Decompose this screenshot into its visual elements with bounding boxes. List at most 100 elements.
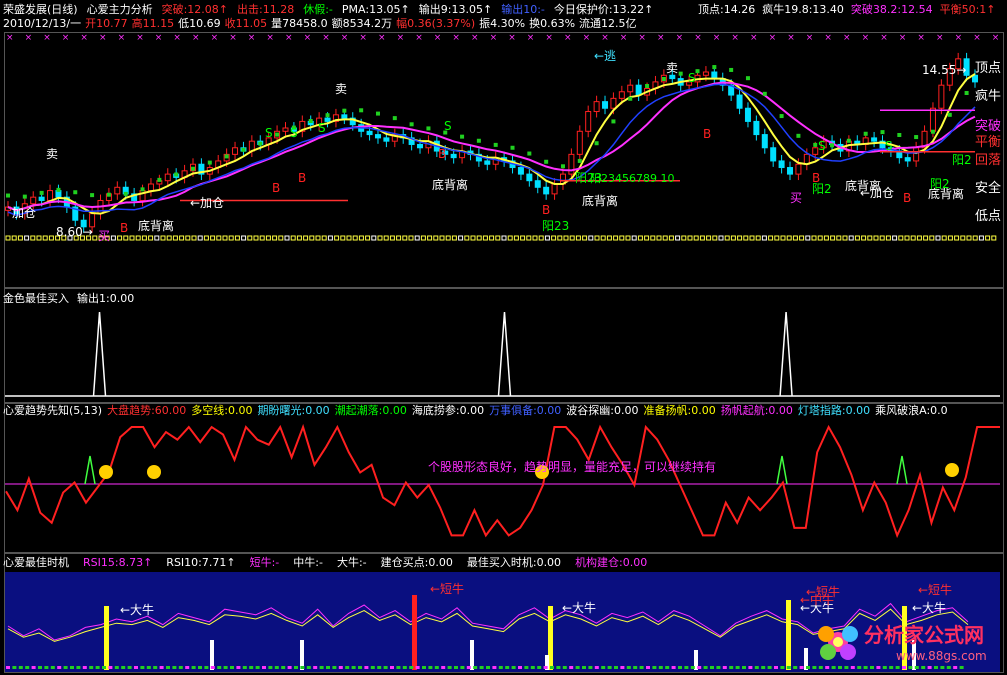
square-marker (222, 235, 228, 241)
main-label-1: 卖 (335, 82, 347, 96)
timing-tick (428, 666, 433, 669)
timing-tick (44, 666, 49, 669)
candle-body (341, 114, 348, 119)
timing-tick (70, 666, 74, 669)
timing-tick (543, 666, 548, 669)
timing-tick (351, 666, 356, 669)
square-marker (451, 235, 457, 241)
square-marker (842, 235, 848, 241)
square-marker (904, 235, 910, 241)
main-label-15: 阳2 (952, 153, 972, 167)
chart-canvas[interactable]: × × × × × × × × × × × × × × × × × × × × × × × × × × × × × × × × × × × × × × × ×… (0, 0, 1007, 675)
timing-tick (108, 666, 113, 669)
b-signal-3: B (438, 147, 446, 161)
timing-tick (447, 666, 452, 669)
timing-tick (31, 666, 36, 669)
x-marker: × (192, 33, 200, 43)
timing-tick (396, 666, 401, 669)
timing-tick (754, 666, 759, 669)
signal-dot (947, 112, 952, 117)
timing-tick (146, 666, 151, 669)
timing-tick (198, 666, 202, 669)
timing-tick (537, 666, 542, 669)
x-marker: × (43, 33, 51, 43)
signal-dot (645, 84, 650, 88)
square-marker (408, 235, 414, 241)
x-marker: × (676, 33, 684, 43)
candle-body (971, 74, 979, 83)
square-marker (724, 235, 730, 241)
square-marker (693, 235, 699, 241)
square-marker (557, 235, 563, 241)
buy-spike-2 (779, 311, 793, 397)
square-marker (495, 235, 501, 241)
candle-body (795, 163, 802, 175)
timing-tick (716, 666, 721, 669)
square-marker (414, 235, 420, 241)
square-marker (247, 235, 253, 241)
square-marker (520, 235, 526, 241)
square-marker (296, 235, 302, 241)
x-marker: × (620, 33, 628, 43)
candle-body (534, 180, 541, 188)
timing-tick (492, 666, 497, 669)
s-signal-3: S (444, 119, 452, 133)
timing-tick (204, 666, 209, 669)
main-label-4: 加仓 (12, 206, 36, 220)
trend-message: 个股股形态良好，趋势明显，量能充足，可以继续持有 (428, 460, 717, 474)
square-marker (712, 235, 718, 241)
candle-body (593, 101, 600, 113)
timing-tick (159, 666, 164, 669)
signal-dot (930, 129, 935, 134)
timing-label-7: ←中牛 (800, 592, 834, 607)
candle-body (871, 137, 878, 142)
right-level-label-1: 疯牛 (975, 88, 1001, 104)
signal-dot (157, 177, 162, 182)
square-marker (358, 235, 364, 241)
square-marker (898, 235, 904, 241)
timing-tick (140, 666, 145, 669)
x-marker: × (99, 33, 107, 43)
square-marker (210, 235, 216, 241)
square-marker (761, 235, 767, 241)
timing-tick (191, 666, 196, 669)
signal-dot (897, 133, 902, 137)
square-marker (873, 235, 879, 241)
square-marker (861, 235, 867, 241)
timing-tick (678, 666, 682, 669)
timing-tick (454, 666, 458, 669)
timing-tick (345, 666, 350, 669)
square-marker (978, 235, 984, 241)
x-marker: × (824, 33, 832, 43)
square-marker (854, 235, 860, 241)
timing-tick (12, 666, 17, 669)
square-marker (371, 235, 377, 241)
x-marker: × (545, 33, 553, 43)
signal-dot (628, 96, 633, 101)
main-label-14: 阳2 (930, 177, 950, 191)
timing-tick (172, 666, 177, 669)
x-marker: × (248, 33, 256, 43)
square-marker (445, 235, 451, 241)
timing-tick (230, 666, 234, 669)
timing-tick (594, 666, 599, 669)
x-marker: × (266, 33, 274, 43)
b-signal-0: B (120, 221, 128, 235)
signal-dot (6, 193, 10, 198)
square-marker (699, 235, 705, 241)
square-marker (910, 235, 916, 241)
signal-dot (90, 193, 95, 198)
main-label-7: 底背离 (138, 218, 174, 233)
x-marker: × (155, 33, 163, 43)
candle-body (576, 130, 583, 155)
signal-dot (476, 138, 481, 143)
signal-dot (460, 134, 465, 139)
timing-label-6: ←短牛 (918, 582, 952, 597)
square-marker (737, 235, 743, 241)
square-marker (334, 235, 340, 241)
timing-tick (518, 666, 522, 669)
x-marker: × (62, 33, 70, 43)
b-signal-2: B (298, 171, 306, 185)
timing-tick (63, 666, 68, 669)
timing-tick (761, 666, 766, 669)
